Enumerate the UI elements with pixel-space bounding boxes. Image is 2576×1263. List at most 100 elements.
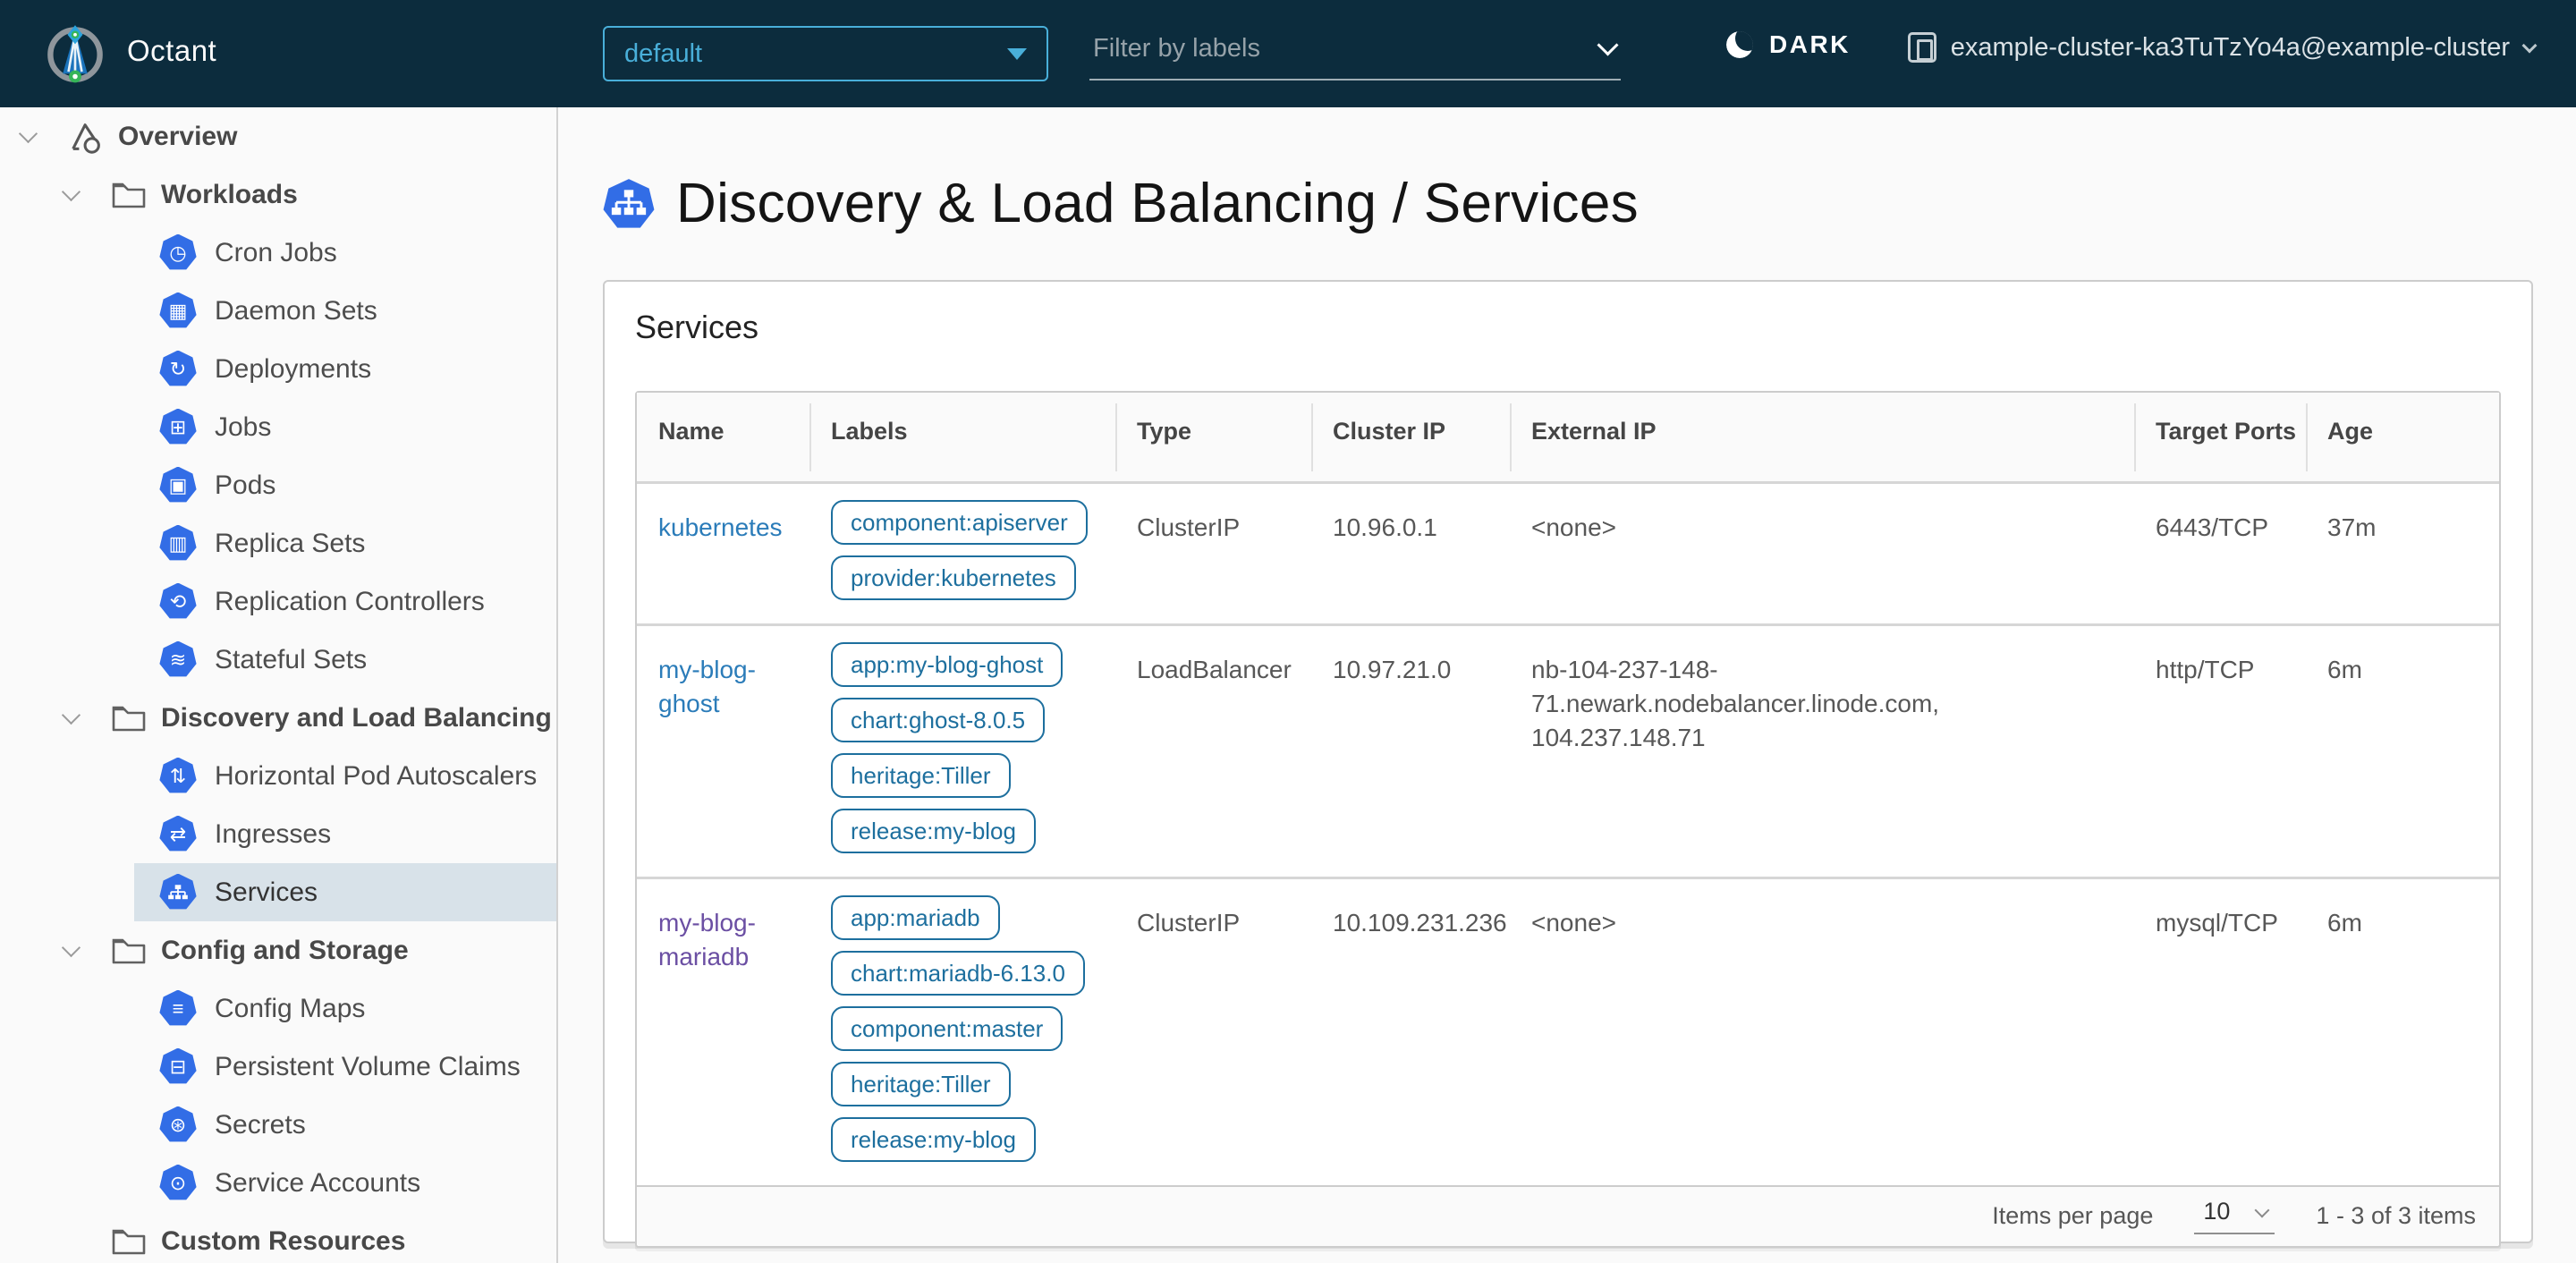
sidebar: Overview Workloads ◷ Cron Jobs ▦ Daemon Sets ↻… xyxy=(0,107,558,1263)
sidebar-item-label: Config and Storage xyxy=(161,935,409,965)
sidebar-item-replica-sets[interactable]: ▥ Replica Sets xyxy=(0,514,556,572)
sidebar-item-label: Discovery and Load Balancing xyxy=(161,702,552,733)
cell-name: my-blog-ghost xyxy=(637,623,809,877)
cell-labels: component:apiserver provider:kubernetes xyxy=(809,480,1115,624)
sidebar-item-workloads[interactable]: Workloads xyxy=(0,165,556,224)
column-header-name: Name xyxy=(637,393,809,482)
cell-cluster-ip: 10.109.231.236 xyxy=(1311,876,1510,1185)
sidebar-item-service-accounts[interactable]: ⊙ Service Accounts xyxy=(0,1154,556,1212)
horizontal-pod-autoscalers-icon: ⇅ xyxy=(159,757,197,793)
folder-icon xyxy=(111,180,147,210)
label-pill[interactable]: provider:kubernetes xyxy=(831,555,1076,600)
sidebar-item-horizontal-pod-autoscalers[interactable]: ⇅ Horizontal Pod Autoscalers xyxy=(0,747,556,805)
theme-toggle-label: DARK xyxy=(1769,30,1851,58)
cell-name: my-blog-mariadb xyxy=(637,876,809,1185)
service-link-kubernetes[interactable]: kubernetes xyxy=(658,513,783,541)
chevron-down-icon[interactable] xyxy=(61,182,81,202)
sidebar-item-replication-controllers[interactable]: ⟲ Replication Controllers xyxy=(0,572,556,631)
label-pill[interactable]: heritage:Tiller xyxy=(831,752,1011,798)
sidebar-item-persistent-volume-claims[interactable]: ⊟ Persistent Volume Claims xyxy=(0,1038,556,1096)
sidebar-item-secrets[interactable]: ⊛ Secrets xyxy=(0,1096,556,1154)
cell-labels: app:mariadb chart:mariadb-6.13.0 component… xyxy=(809,876,1115,1185)
replication-controllers-icon: ⟲ xyxy=(159,582,197,619)
sidebar-item-stateful-sets[interactable]: ≋ Stateful Sets xyxy=(0,631,556,689)
label-pill[interactable]: chart:ghost-8.0.5 xyxy=(831,697,1046,742)
sidebar-item-label: Jobs xyxy=(215,411,272,442)
sidebar-item-label: Cron Jobs xyxy=(215,237,337,267)
sidebar-item-overview[interactable]: Overview xyxy=(0,107,556,165)
items-per-page-select[interactable]: 10 xyxy=(2194,1198,2275,1234)
chevron-down-icon xyxy=(1597,33,1619,56)
sidebar-item-label: Horizontal Pod Autoscalers xyxy=(215,760,538,791)
label-pill[interactable]: app:my-blog-ghost xyxy=(831,641,1063,687)
table-row-my-blog-mariadb: my-blog-mariadb app:mariadb chart:mariadb-… xyxy=(637,876,2499,1185)
sidebar-item-label: Persistent Volume Claims xyxy=(215,1051,521,1081)
sidebar-item-ingresses[interactable]: ⇄ Ingresses xyxy=(0,805,556,863)
service-link-my-blog-ghost[interactable]: my-blog-ghost xyxy=(658,656,756,717)
label-pill[interactable]: component:apiserver xyxy=(831,499,1088,545)
sidebar-item-deployments[interactable]: ↻ Deployments xyxy=(0,340,556,398)
chevron-down-icon[interactable] xyxy=(18,123,38,144)
namespace-select[interactable]: default xyxy=(603,26,1048,81)
table-header-row: Name Labels Type Cluster IP External IP Targe… xyxy=(637,393,2499,482)
pods-icon: ▣ xyxy=(159,466,197,503)
cron-jobs-icon: ◷ xyxy=(159,233,197,270)
cell-type: ClusterIP xyxy=(1115,480,1311,624)
sidebar-item-cron-jobs[interactable]: ◷ Cron Jobs xyxy=(0,224,556,282)
label-filter-input[interactable]: Filter by labels xyxy=(1089,27,1621,81)
label-pill[interactable]: chart:mariadb-6.13.0 xyxy=(831,950,1085,996)
service-heptagon-icon xyxy=(603,178,655,228)
cluster-context-selector[interactable]: example-cluster-ka3TuTzYo4a@example-clus… xyxy=(1907,32,2538,63)
sidebar-item-label: Replication Controllers xyxy=(215,586,485,616)
service-link-my-blog-mariadb[interactable]: my-blog-mariadb xyxy=(658,909,756,971)
chevron-down-icon xyxy=(2521,38,2538,54)
cell-age: 37m xyxy=(2306,480,2499,624)
cell-cluster-ip: 10.97.21.0 xyxy=(1311,623,1510,877)
sidebar-item-daemon-sets[interactable]: ▦ Daemon Sets xyxy=(0,282,556,340)
cell-age: 6m xyxy=(2306,876,2499,1185)
sidebar-item-config-and-storage[interactable]: Config and Storage xyxy=(0,921,556,979)
chevron-down-icon xyxy=(2254,1202,2270,1217)
folder-icon xyxy=(111,703,147,733)
table-row-my-blog-ghost: my-blog-ghost app:my-blog-ghost chart:ghos… xyxy=(637,623,2499,877)
sidebar-item-jobs[interactable]: ⊞ Jobs xyxy=(0,398,556,456)
sidebar-item-label: Pods xyxy=(215,470,276,500)
cell-external-ip: <none> xyxy=(1510,480,2134,624)
app-header: Octant default Filter by labels DARK exa… xyxy=(0,0,2576,107)
table-row-kubernetes: kubernetes component:apiserver provider:ku… xyxy=(637,480,2499,624)
sidebar-item-pods[interactable]: ▣ Pods xyxy=(0,456,556,514)
sidebar-item-config-maps[interactable]: ≡ Config Maps xyxy=(0,979,556,1038)
label-pill[interactable]: release:my-blog xyxy=(831,808,1036,853)
theme-toggle-button[interactable]: DARK xyxy=(1726,30,1851,59)
jobs-icon: ⊞ xyxy=(159,408,197,445)
moon-icon xyxy=(1726,31,1753,58)
chevron-down-icon[interactable] xyxy=(61,705,81,725)
cluster-host-icon xyxy=(1907,32,1936,63)
sidebar-item-label: Custom Resources xyxy=(161,1225,406,1256)
persistent-volume-claims-icon: ⊟ xyxy=(159,1047,197,1084)
label-pill[interactable]: release:my-blog xyxy=(831,1116,1036,1162)
label-pill[interactable]: heritage:Tiller xyxy=(831,1061,1011,1106)
label-pill[interactable]: component:master xyxy=(831,1005,1063,1051)
cell-target-ports: mysql/TCP xyxy=(2134,876,2306,1185)
items-per-page-label: Items per page xyxy=(1992,1202,2154,1229)
sidebar-item-label: Replica Sets xyxy=(215,528,366,558)
cell-external-ip: <none> xyxy=(1510,876,2134,1185)
cell-labels: app:my-blog-ghost chart:ghost-8.0.5 herita… xyxy=(809,623,1115,877)
cluster-context-name: example-cluster-ka3TuTzYo4a@example-clus… xyxy=(1950,32,2510,62)
sidebar-item-discovery-and-load-balancing[interactable]: Discovery and Load Balancing xyxy=(0,689,556,747)
chevron-down-icon[interactable] xyxy=(61,937,81,958)
chevron-slot xyxy=(18,123,68,144)
page-title: Discovery & Load Balancing / Services xyxy=(676,173,1639,234)
pagination-range: 1 - 3 of 3 items xyxy=(2316,1202,2476,1229)
cell-age: 6m xyxy=(2306,623,2499,877)
label-filter-placeholder: Filter by labels xyxy=(1093,33,1260,63)
services-icon xyxy=(159,873,197,910)
namespace-select-value: default xyxy=(624,38,703,68)
sidebar-item-custom-resources[interactable]: Custom Resources xyxy=(0,1212,556,1263)
sidebar-item-label: Stateful Sets xyxy=(215,644,368,674)
sidebar-item-services[interactable]: Services xyxy=(0,863,556,921)
sidebar-item-label: Ingresses xyxy=(215,818,332,849)
label-pill[interactable]: app:mariadb xyxy=(831,894,1000,940)
card-title: Services xyxy=(635,309,759,345)
